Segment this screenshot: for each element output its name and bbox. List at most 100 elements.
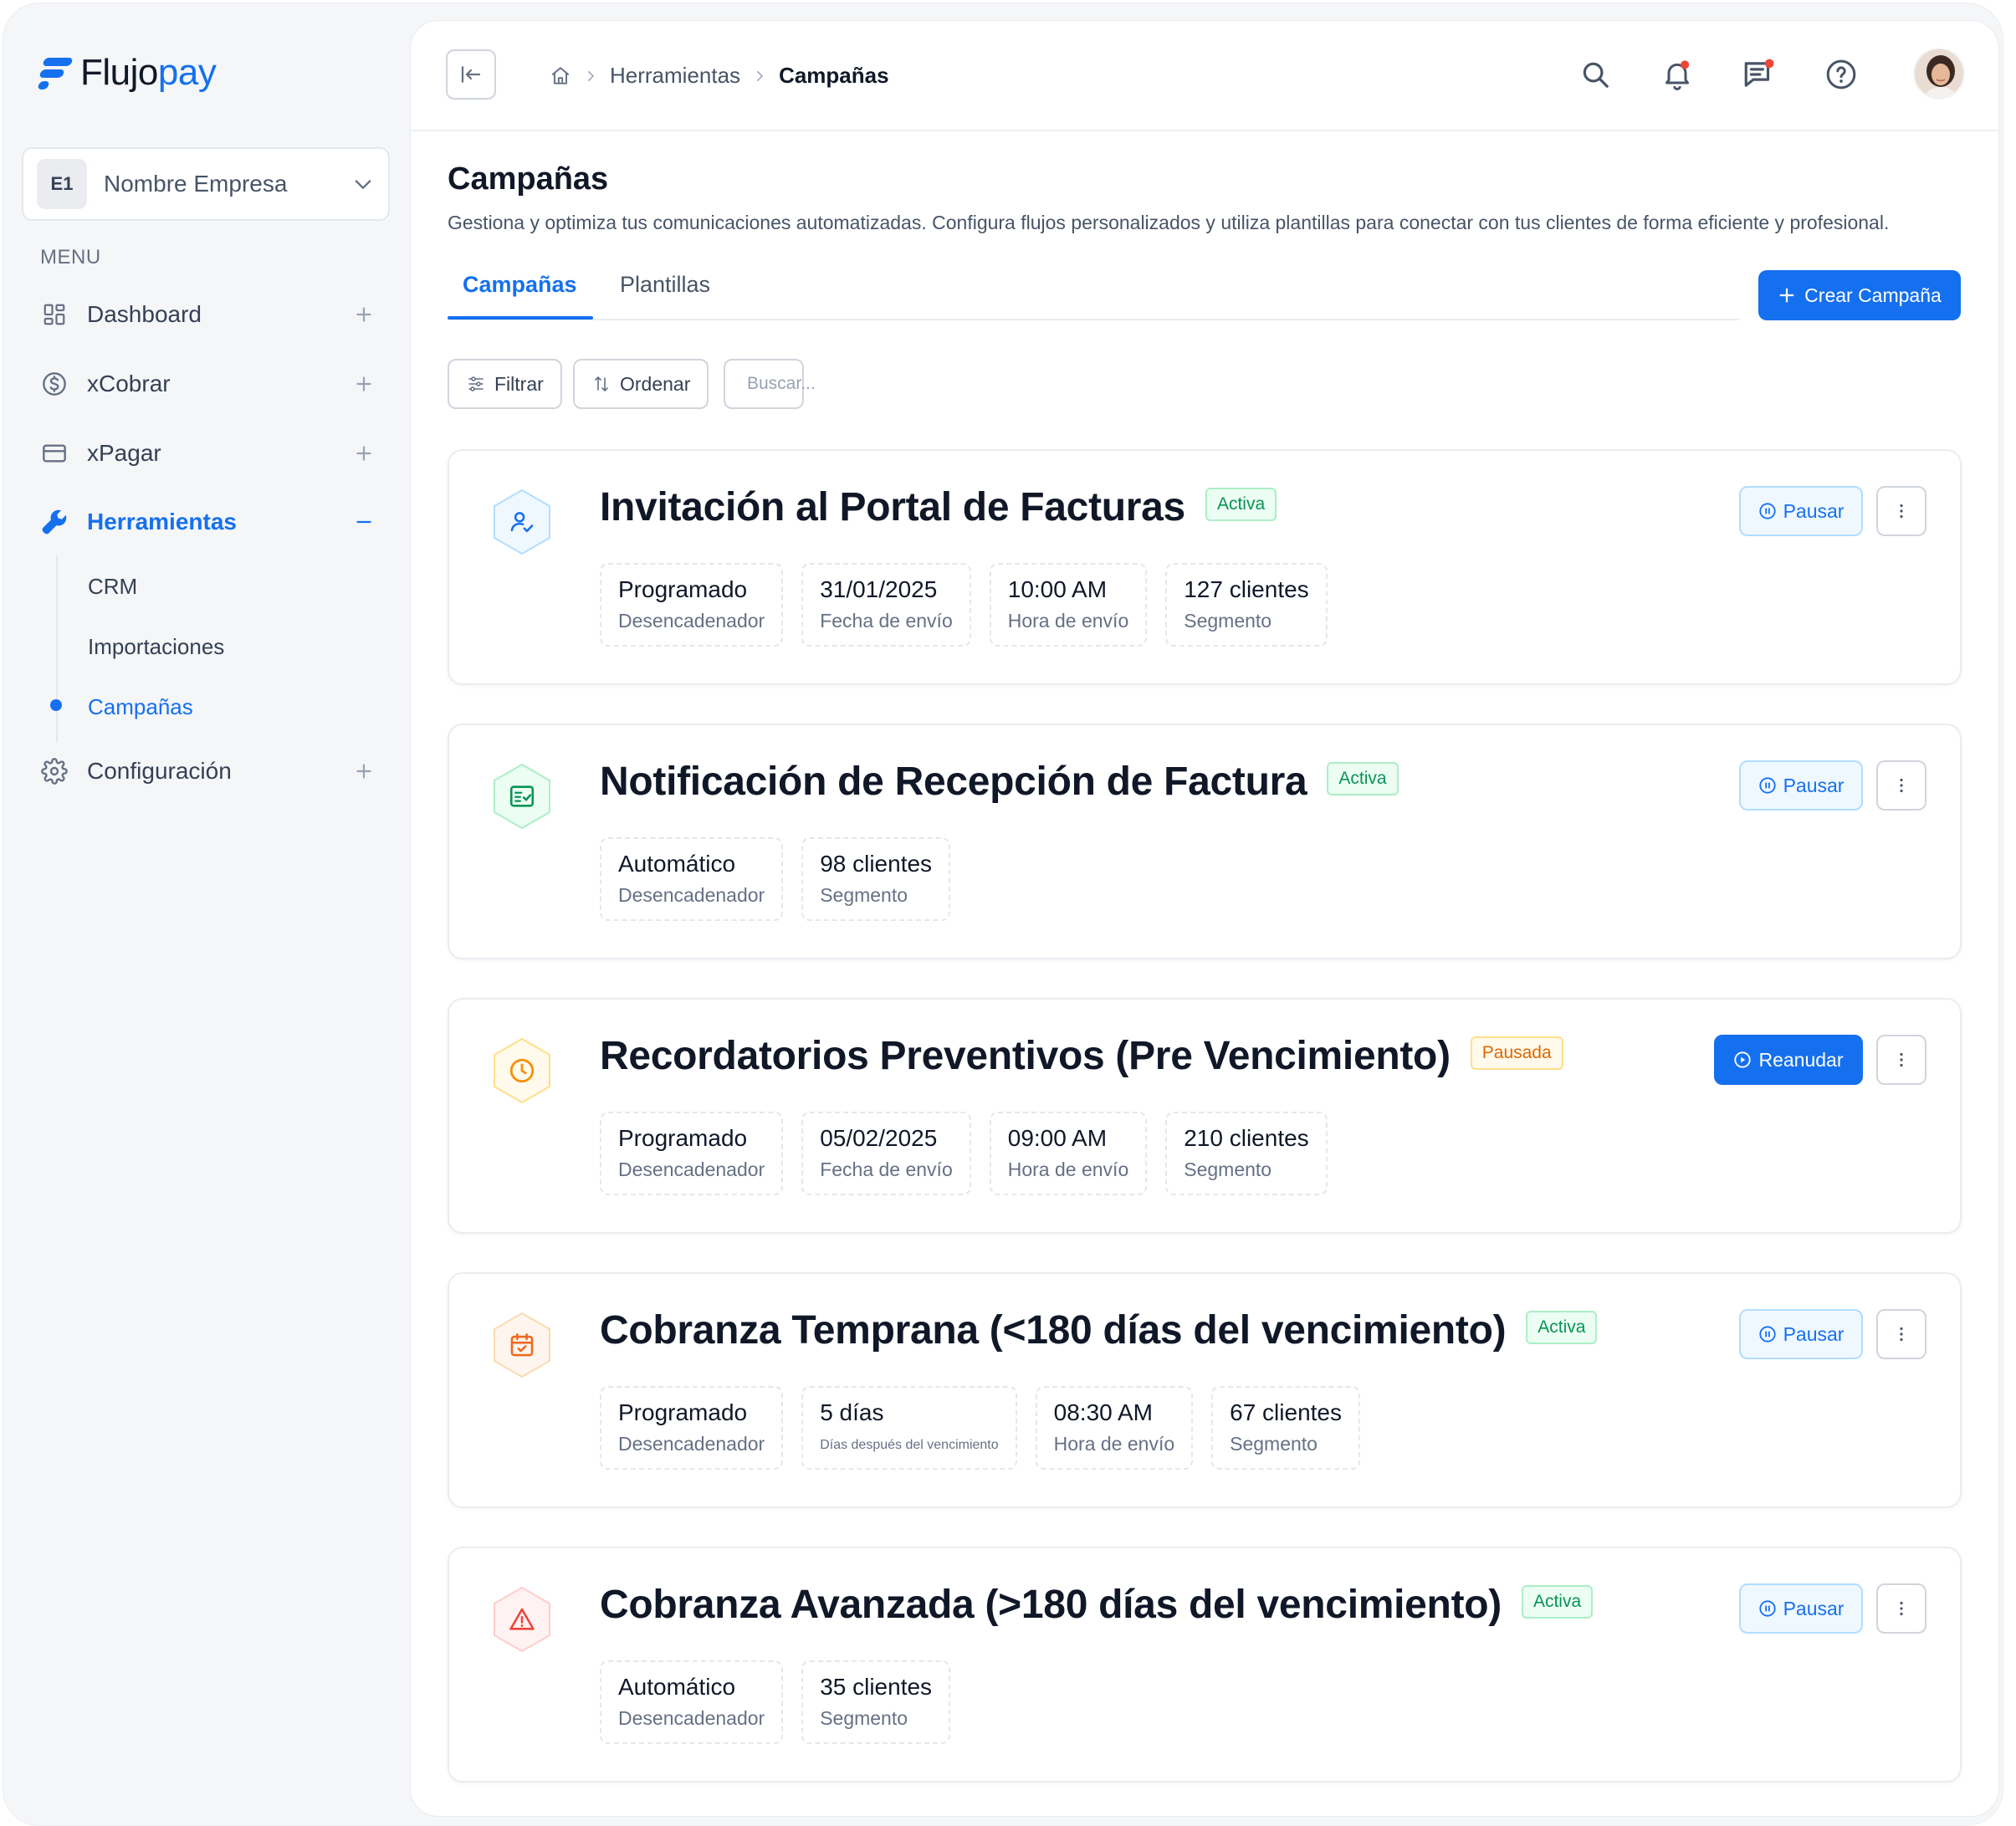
chevron-right-icon: [757, 70, 764, 81]
help-circle-icon: [1826, 59, 1856, 90]
metric-value: Programado: [618, 576, 748, 602]
search-input[interactable]: [747, 374, 839, 394]
search-field[interactable]: [724, 359, 839, 409]
notifications-button[interactable]: [1657, 54, 1697, 95]
sidebar-subitem-crm[interactable]: CRM: [88, 574, 137, 600]
plus-icon: [356, 764, 371, 779]
help-button[interactable]: [1821, 54, 1861, 95]
metric-label: Segmento: [1230, 1433, 1318, 1455]
campaign-title: Recordatorios Preventivos (Pre Vencimien…: [600, 1033, 1563, 1079]
more-options-button[interactable]: [1876, 486, 1926, 536]
active-indicator-dot: [50, 699, 62, 711]
action-label: Pausar: [1783, 1597, 1845, 1619]
flujopay-logo[interactable]: Flujopay: [37, 52, 217, 94]
bell-icon: [1666, 60, 1690, 90]
plus-icon: [1779, 288, 1794, 303]
sidebar-subitem-campanas[interactable]: Campañas: [88, 694, 193, 720]
pause-circle-icon: [1758, 503, 1776, 519]
metric-value: 31/01/2025: [820, 576, 938, 602]
collapse-sidebar-button[interactable]: [446, 49, 496, 100]
collapse-left-icon: [461, 66, 481, 83]
sidebar-item-herramientas[interactable]: Herramientas: [40, 502, 375, 542]
home-icon[interactable]: [550, 65, 571, 87]
metric-label: Desencadenador: [618, 1707, 765, 1729]
clock-icon: [509, 1058, 535, 1083]
metric-label: Hora de envío: [1053, 1433, 1175, 1455]
campaign-icon-badge: [488, 1311, 556, 1379]
metric-value: 05/02/2025: [820, 1125, 938, 1151]
campaign-metrics: Automático Desencadenador 98 clientes Segm…: [600, 837, 951, 921]
metric-value: 127 clientes: [1184, 576, 1309, 602]
resume-button[interactable]: Reanudar: [1714, 1035, 1863, 1085]
more-options-button[interactable]: [1876, 1309, 1926, 1359]
menu-section-label: MENU: [40, 246, 101, 269]
more-options-button[interactable]: [1876, 760, 1926, 811]
campaign-title: Notificación de Recepción de Factura Acti…: [600, 759, 1399, 805]
metric-label: Segmento: [1184, 610, 1272, 632]
sidebar-item-label: xCobrar: [87, 371, 171, 396]
pause-button[interactable]: Pausar: [1739, 1309, 1863, 1359]
company-selector[interactable]: E1 Nombre Empresa: [22, 147, 390, 221]
metric-trigger: Programado Desencadenador: [600, 563, 784, 647]
sidebar-item-dashboard[interactable]: Dashboard: [40, 294, 375, 335]
metric-trigger: Programado Desencadenador: [600, 1112, 784, 1195]
messages-button[interactable]: [1739, 54, 1779, 95]
pause-button[interactable]: Pausar: [1739, 1583, 1863, 1634]
metric-segment: 210 clientes Segmento: [1165, 1112, 1328, 1195]
sidebar-item-xpagar[interactable]: xPagar: [40, 433, 375, 473]
status-badge: Activa: [1521, 1585, 1594, 1619]
metric-trigger: Programado Desencadenador: [600, 1386, 784, 1470]
sidebar-item-label: Herramientas: [87, 509, 237, 535]
tab-campanas[interactable]: Campañas: [463, 272, 577, 298]
pause-circle-icon: [1758, 777, 1776, 794]
logo-wordmark: Flujopay: [80, 52, 217, 93]
metric-trigger: Automático Desencadenador: [600, 837, 784, 921]
more-vertical-icon: [1900, 504, 1903, 519]
metric-label: Fecha de envío: [820, 1159, 953, 1180]
sidebar-item-label: Dashboard: [87, 301, 202, 327]
wrench-icon: [40, 508, 69, 536]
tab-plantillas[interactable]: Plantillas: [620, 272, 710, 298]
metric-label: Desencadenador: [618, 1159, 765, 1180]
user-avatar[interactable]: [1913, 48, 1965, 100]
filter-button[interactable]: Filtrar: [448, 359, 562, 409]
metric-send-time: 10:00 AM Hora de envío: [989, 563, 1148, 647]
chevron-right-icon: [588, 70, 595, 81]
sort-button[interactable]: Ordenar: [573, 359, 709, 409]
company-name: Nombre Empresa: [104, 171, 288, 197]
create-campaign-button[interactable]: Crear Campaña: [1758, 270, 1961, 320]
metric-value: 35 clientes: [820, 1674, 933, 1700]
metric-send-date: 31/01/2025 Fecha de envío: [801, 563, 971, 647]
message-icon: [1744, 59, 1774, 87]
sidebar-item-xcobrar[interactable]: xCobrar: [40, 364, 375, 404]
pause-button[interactable]: Pausar: [1739, 760, 1863, 811]
campaign-icon-badge: [488, 762, 556, 831]
campaign-metrics: Programado Desencadenador 05/02/2025 Fecha…: [600, 1112, 1328, 1195]
campaign-card: Cobranza Temprana (<180 días del vencimi…: [448, 1272, 1962, 1508]
sidebar-item-configuracion[interactable]: Configuración: [40, 751, 375, 791]
metric-value: 09:00 AM: [1007, 1125, 1108, 1151]
metric-value: 98 clientes: [820, 851, 933, 877]
metric-value: 10:00 AM: [1007, 576, 1108, 602]
campaign-icon-badge: [488, 1585, 556, 1654]
action-label: Pausar: [1783, 499, 1845, 522]
company-initials: E1: [37, 159, 87, 209]
campaign-icon-badge: [488, 1036, 556, 1105]
campaign-metrics: Automático Desencadenador 35 clientes Segm…: [600, 1660, 951, 1744]
campaign-card: Invitación al Portal de Facturas Activa P…: [448, 449, 1962, 685]
metric-send-time: 08:30 AM Hora de envío: [1035, 1386, 1194, 1470]
user-check-icon: [510, 512, 534, 533]
filter-label: Filtrar: [494, 372, 544, 395]
dollar-circle-icon: [40, 370, 69, 398]
play-circle-icon: [1734, 1051, 1752, 1068]
campaign-metrics: Programado Desencadenador 5 días Días desp…: [600, 1386, 1360, 1470]
pause-button[interactable]: Pausar: [1739, 486, 1863, 536]
more-options-button[interactable]: [1876, 1035, 1926, 1085]
metric-send-time: 09:00 AM Hora de envío: [989, 1112, 1148, 1195]
more-options-button[interactable]: [1876, 1583, 1926, 1634]
breadcrumb-link-herramientas[interactable]: Herramientas: [610, 63, 740, 89]
status-badge: Activa: [1526, 1311, 1598, 1345]
sidebar-subitem-importaciones[interactable]: Importaciones: [88, 634, 224, 660]
plus-icon: [356, 307, 371, 322]
search-button[interactable]: [1575, 54, 1615, 95]
